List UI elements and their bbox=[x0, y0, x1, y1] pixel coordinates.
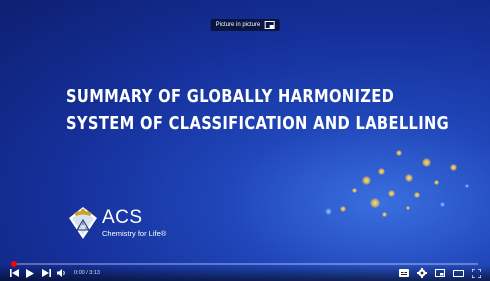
slide-title-line-2: SYSTEM OF CLASSIFICATION AND LABELLING bbox=[66, 114, 450, 134]
theater-icon bbox=[452, 269, 464, 277]
fullscreen-icon bbox=[471, 268, 481, 278]
picture-in-picture-icon bbox=[264, 21, 275, 29]
picture-in-picture-tooltip: Picture in picture bbox=[210, 19, 280, 31]
miniplayer-icon bbox=[435, 269, 445, 277]
control-bar: 0:00 / 3:13 bbox=[0, 265, 490, 281]
miniplayer-button[interactable] bbox=[432, 266, 448, 280]
next-button[interactable] bbox=[38, 266, 54, 280]
settings-icon bbox=[417, 268, 427, 278]
play-button[interactable] bbox=[22, 266, 38, 280]
logo-name: ACS bbox=[102, 206, 143, 228]
volume-icon bbox=[57, 269, 65, 277]
theater-mode-button[interactable] bbox=[450, 266, 466, 280]
acs-logo: A C S ACS Chemistry for Life® bbox=[68, 206, 166, 240]
pip-label: Picture in picture bbox=[215, 22, 261, 28]
logo-tagline: Chemistry for Life® bbox=[102, 228, 167, 238]
subtitles-button[interactable] bbox=[396, 266, 412, 280]
previous-button[interactable] bbox=[6, 266, 22, 280]
video-player[interactable]: Picture in picture SUMMARY OF GLOBALLY H… bbox=[0, 0, 490, 281]
settings-button[interactable] bbox=[414, 266, 430, 280]
slide-title-line-1: SUMMARY OF GLOBALLY HARMONIZED bbox=[66, 87, 395, 107]
time-display: 0:00 / 3:13 bbox=[74, 270, 100, 276]
volume-button[interactable] bbox=[54, 266, 70, 280]
slide-title: SUMMARY OF GLOBALLY HARMONIZED SYSTEM OF… bbox=[66, 84, 449, 138]
previous-icon bbox=[9, 269, 19, 277]
acs-seal-icon: A C S bbox=[69, 207, 97, 239]
next-icon bbox=[41, 269, 51, 277]
play-icon bbox=[26, 268, 34, 278]
fullscreen-button[interactable] bbox=[468, 266, 484, 280]
svg-text:C: C bbox=[78, 227, 81, 233]
sparkle-decoration bbox=[310, 140, 490, 240]
subtitles-icon bbox=[399, 269, 409, 277]
svg-text:S: S bbox=[85, 227, 88, 233]
